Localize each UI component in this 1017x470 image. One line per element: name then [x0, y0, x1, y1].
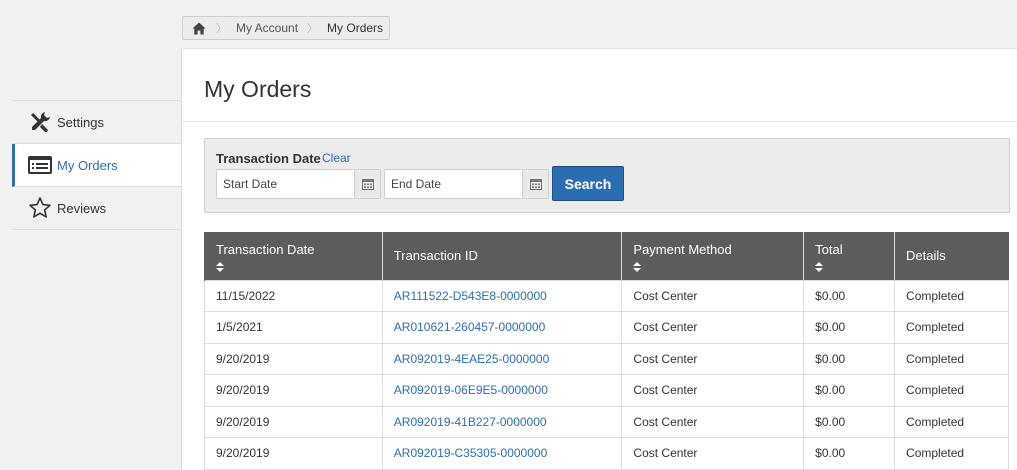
- transaction-id-link[interactable]: AR092019-41B227-0000000: [394, 415, 547, 429]
- cell-details: Completed: [894, 374, 1009, 407]
- cell-transaction-date: 9/20/2019: [204, 374, 383, 407]
- cell-transaction-id: AR092019-06E9E5-0000000: [381, 374, 623, 407]
- column-header-details: Details: [894, 232, 1009, 280]
- cell-payment-method: Cost Center: [621, 342, 805, 375]
- account-sidebar: Settings My Orders Reviews: [12, 100, 181, 230]
- table-header-row: Transaction Date Transaction ID Payment …: [204, 232, 1009, 280]
- cell-total: $0.00: [803, 342, 896, 375]
- sidebar-item-label: My Orders: [57, 157, 118, 173]
- cell-total: $0.00: [803, 374, 896, 407]
- chevron-right-icon: 〉: [216, 23, 227, 35]
- column-header-payment-method[interactable]: Payment Method: [621, 232, 804, 280]
- transaction-id-link[interactable]: AR010621-260457-0000000: [394, 320, 545, 334]
- cell-details: Completed: [894, 437, 1009, 470]
- cell-payment-method: Cost Center: [621, 437, 805, 470]
- cell-details: Completed: [894, 279, 1009, 312]
- sidebar-item-reviews[interactable]: Reviews: [12, 187, 181, 230]
- home-icon[interactable]: [191, 20, 207, 36]
- column-header-label: Transaction Date: [216, 241, 315, 257]
- end-date-group: [384, 169, 549, 199]
- cell-transaction-date: 9/20/2019: [204, 405, 383, 438]
- sidebar-item-settings[interactable]: Settings: [12, 101, 181, 144]
- transaction-id-link[interactable]: AR092019-4EAE25-0000000: [394, 352, 549, 366]
- table-row: 9/20/2019 AR092019-C35305-0000000 Cost C…: [204, 437, 1009, 470]
- column-header-label: Details: [906, 248, 946, 264]
- table-row: 9/20/2019 AR092019-06E9E5-0000000 Cost C…: [204, 374, 1009, 407]
- sort-icon[interactable]: [815, 260, 883, 272]
- column-header-transaction-date[interactable]: Transaction Date: [204, 232, 383, 280]
- cell-transaction-id: AR092019-4EAE25-0000000: [381, 342, 623, 375]
- column-header-total[interactable]: Total: [803, 232, 895, 280]
- main-panel: My Orders Transaction Date Clear Start D…: [181, 48, 1017, 470]
- chevron-right-icon: 〉: [307, 23, 319, 35]
- table-row: 11/15/2022 AR111522-D543E8-0000000 Cost …: [204, 279, 1009, 312]
- breadcrumb-my-account[interactable]: My Account: [236, 21, 298, 35]
- column-header-transaction-id: Transaction ID: [381, 232, 622, 280]
- transaction-date-filter: Transaction Date Clear Start Date End Da…: [204, 138, 1010, 213]
- sort-icon[interactable]: [216, 260, 371, 272]
- tools-icon: [28, 110, 52, 134]
- orders-list-icon: [28, 153, 52, 177]
- filter-label: Transaction Date: [216, 151, 321, 166]
- column-header-label: Transaction ID: [393, 248, 478, 264]
- clear-filter-link[interactable]: Clear: [322, 151, 351, 165]
- cell-transaction-date: 9/20/2019: [204, 342, 383, 375]
- table-row: 1/5/2021 AR010621-260457-0000000 Cost Ce…: [204, 311, 1009, 344]
- breadcrumb: 〉 My Account 〉 My Orders: [182, 16, 391, 40]
- table-row: 9/20/2019 AR092019-4EAE25-0000000 Cost C…: [204, 342, 1009, 375]
- cell-transaction-id: AR092019-C35305-0000000: [381, 437, 623, 470]
- transaction-id-link[interactable]: AR111522-D543E8-0000000: [394, 289, 547, 303]
- cell-transaction-date: 9/20/2019: [204, 437, 383, 470]
- sidebar-item-my-orders[interactable]: My Orders: [12, 144, 181, 187]
- cell-total: $0.00: [803, 405, 896, 438]
- transaction-id-link[interactable]: AR092019-06E9E5-0000000: [394, 383, 548, 397]
- start-date-group: [216, 169, 381, 199]
- cell-transaction-date: 1/5/2021: [204, 311, 383, 344]
- sidebar-item-label: Settings: [57, 114, 104, 130]
- sidebar-item-label: Reviews: [57, 200, 107, 216]
- end-date-input[interactable]: [385, 170, 522, 198]
- cell-transaction-id: AR010621-260457-0000000: [381, 311, 623, 344]
- transaction-id-link[interactable]: AR092019-C35305-0000000: [394, 446, 547, 460]
- calendar-icon[interactable]: [522, 170, 548, 198]
- cell-total: $0.00: [803, 279, 896, 312]
- breadcrumb-my-orders: My Orders: [327, 21, 384, 35]
- cell-total: $0.00: [803, 437, 896, 470]
- page-title: My Orders: [204, 76, 312, 102]
- start-date-input[interactable]: [217, 170, 354, 198]
- cell-payment-method: Cost Center: [621, 405, 805, 438]
- cell-transaction-date: 11/15/2022: [204, 279, 383, 312]
- cell-total: $0.00: [803, 311, 896, 344]
- cell-details: Completed: [894, 405, 1009, 438]
- calendar-icon[interactable]: [354, 170, 380, 198]
- cell-payment-method: Cost Center: [621, 279, 805, 312]
- cell-transaction-id: AR092019-41B227-0000000: [381, 405, 623, 438]
- cell-details: Completed: [894, 311, 1009, 344]
- title-divider: [182, 121, 1017, 122]
- cell-transaction-id: AR111522-D543E8-0000000: [381, 279, 623, 312]
- orders-table: Transaction Date Transaction ID Payment …: [204, 232, 1009, 470]
- table-row: 9/20/2019 AR092019-41B227-0000000 Cost C…: [204, 405, 1009, 438]
- cell-payment-method: Cost Center: [621, 374, 805, 407]
- star-icon: [28, 196, 52, 220]
- cell-payment-method: Cost Center: [621, 311, 805, 344]
- column-header-label: Payment Method: [633, 241, 732, 257]
- column-header-label: Total: [815, 241, 843, 257]
- search-button[interactable]: Search: [552, 166, 624, 201]
- cell-details: Completed: [894, 342, 1009, 375]
- sort-icon[interactable]: [633, 260, 792, 272]
